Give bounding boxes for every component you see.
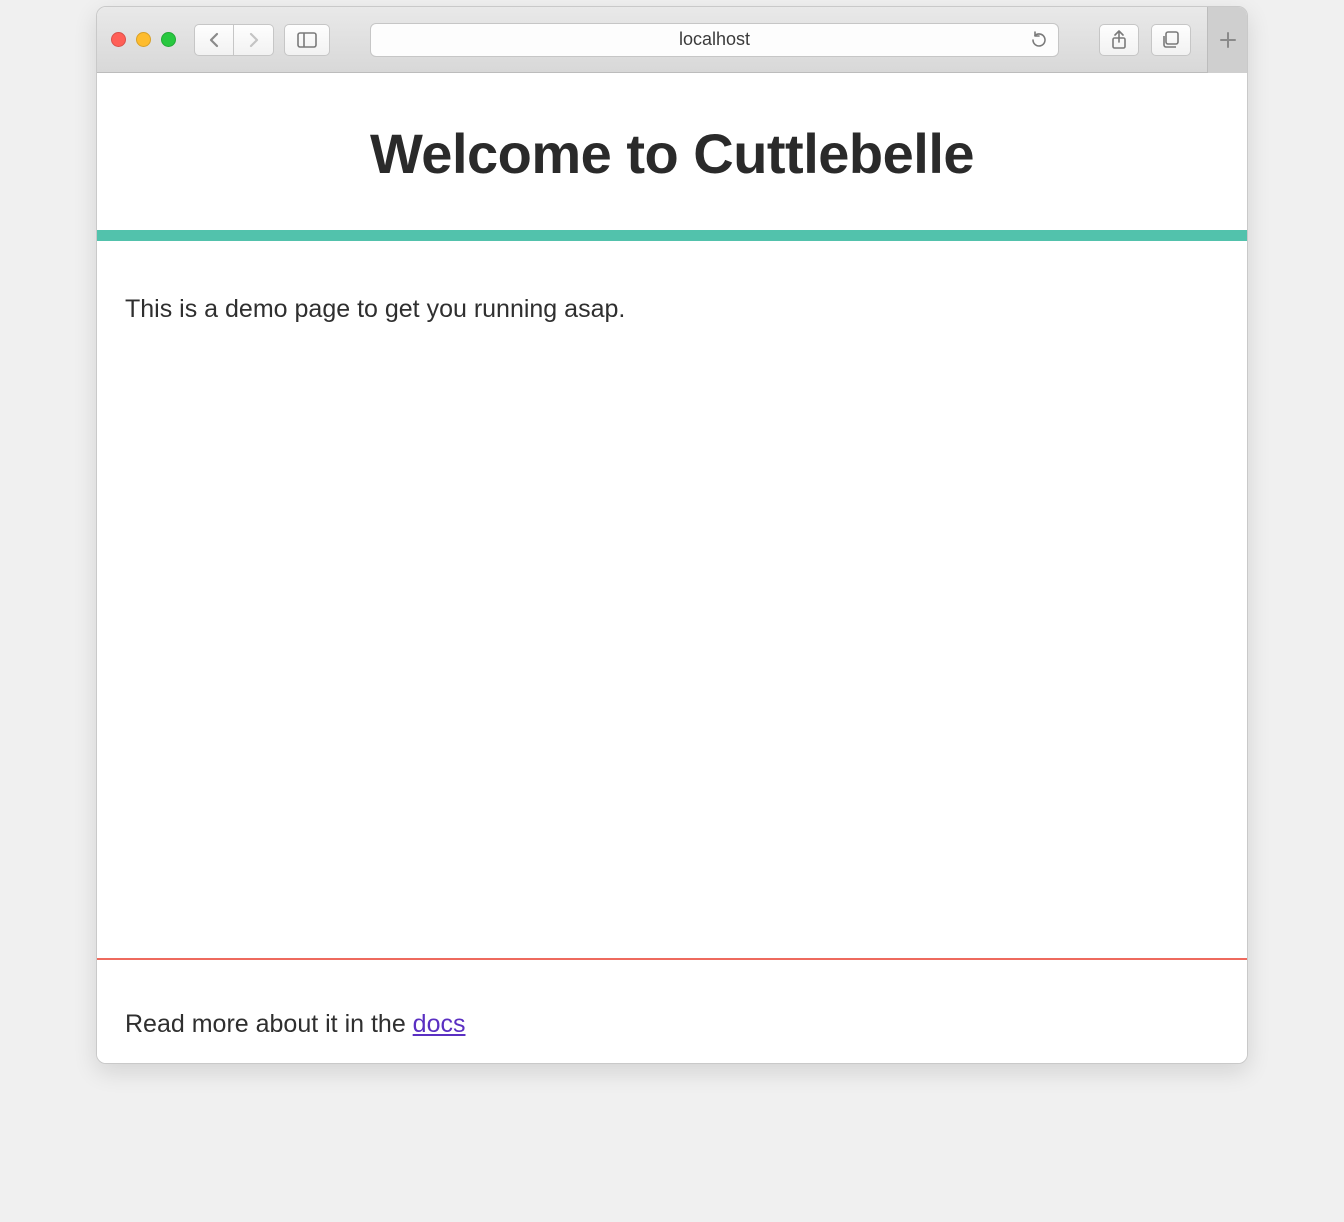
browser-window: localhost — [96, 6, 1248, 1064]
window-controls — [111, 32, 176, 47]
plus-icon — [1219, 31, 1237, 49]
tabs-icon — [1161, 31, 1181, 49]
header-divider — [97, 230, 1247, 241]
page-footer: Read more about it in the docs — [97, 960, 1247, 1063]
new-tab-button[interactable] — [1207, 7, 1247, 73]
tabs-button[interactable] — [1151, 24, 1191, 56]
sidebar-toggle-button[interactable] — [284, 24, 330, 56]
page-title: Welcome to Cuttlebelle — [117, 121, 1227, 186]
toolbar-right — [1099, 24, 1237, 56]
share-button[interactable] — [1099, 24, 1139, 56]
chevron-right-icon — [248, 32, 260, 48]
browser-toolbar: localhost — [97, 7, 1247, 73]
back-button[interactable] — [194, 24, 234, 56]
page-content: Welcome to Cuttlebelle This is a demo pa… — [97, 73, 1247, 1063]
sidebar-icon — [297, 32, 317, 48]
forward-button[interactable] — [234, 24, 274, 56]
chevron-left-icon — [208, 32, 220, 48]
docs-link[interactable]: docs — [413, 1010, 466, 1038]
reload-button[interactable] — [1030, 31, 1048, 49]
intro-text: This is a demo page to get you running a… — [97, 241, 1247, 958]
footer-text: Read more about it in the — [125, 1010, 413, 1038]
address-text: localhost — [679, 29, 750, 50]
address-bar[interactable]: localhost — [370, 23, 1059, 57]
close-window-button[interactable] — [111, 32, 126, 47]
nav-buttons — [194, 24, 274, 56]
reload-icon — [1030, 31, 1048, 49]
share-icon — [1111, 30, 1127, 50]
minimize-window-button[interactable] — [136, 32, 151, 47]
maximize-window-button[interactable] — [161, 32, 176, 47]
page-header: Welcome to Cuttlebelle — [97, 73, 1247, 230]
